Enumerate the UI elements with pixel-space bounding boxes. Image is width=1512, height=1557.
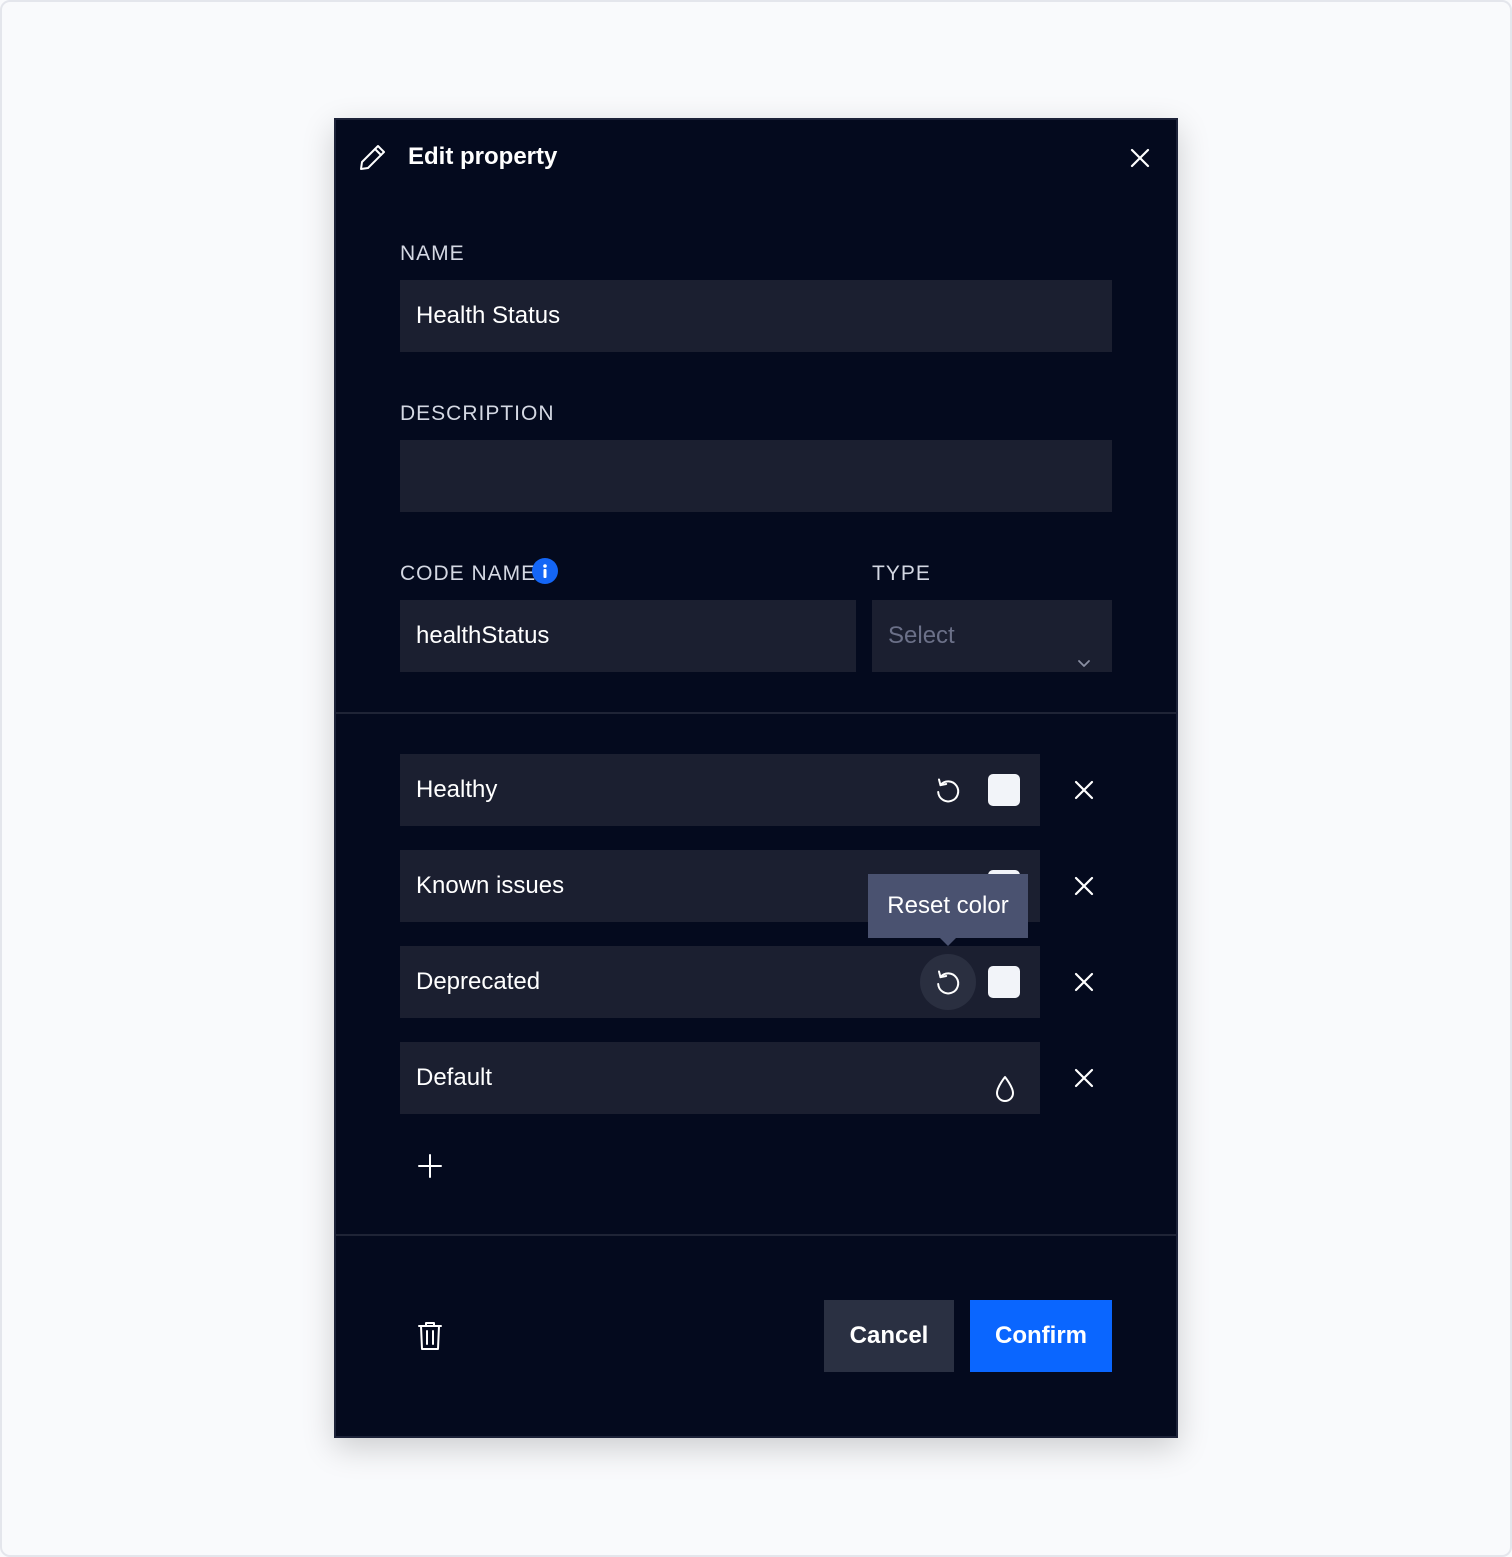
pencil-icon: [358, 142, 388, 172]
color-swatch[interactable]: [988, 966, 1020, 998]
plus-icon[interactable]: [416, 1152, 444, 1180]
chevron-down-icon: [1076, 628, 1092, 667]
color-swatch[interactable]: [988, 774, 1020, 806]
option-label: Deprecated: [416, 968, 541, 995]
type-select[interactable]: Select: [872, 600, 1112, 672]
code-name-input[interactable]: healthStatus: [400, 600, 856, 672]
reset-color-icon[interactable]: [920, 954, 976, 1010]
reset-color-tooltip: Reset color: [868, 874, 1028, 938]
code-name-label: CODE NAME: [400, 562, 537, 585]
section-divider: [336, 712, 1176, 714]
cancel-button[interactable]: Cancel: [824, 1300, 954, 1372]
remove-option-icon[interactable]: [1070, 1064, 1098, 1092]
info-icon[interactable]: [532, 558, 558, 584]
remove-option-icon[interactable]: [1070, 968, 1098, 996]
remove-option-icon[interactable]: [1070, 872, 1098, 900]
reset-color-icon[interactable]: [920, 762, 976, 818]
modal-title: Edit property: [408, 143, 558, 170]
description-input[interactable]: [400, 440, 1112, 512]
trash-icon[interactable]: [416, 1320, 444, 1352]
remove-option-icon[interactable]: [1070, 776, 1098, 804]
option-row-default[interactable]: Default: [400, 1042, 1040, 1114]
option-label: Default: [416, 1064, 493, 1091]
footer-divider: [336, 1234, 1176, 1236]
option-label: Known issues: [416, 872, 565, 899]
option-row-deprecated[interactable]: Deprecated: [400, 946, 1040, 1018]
description-label: DESCRIPTION: [400, 402, 555, 425]
type-label: TYPE: [872, 562, 931, 585]
name-input[interactable]: Health Status: [400, 280, 1112, 352]
option-row-healthy[interactable]: Healthy: [400, 754, 1040, 826]
tooltip-arrow: [940, 938, 956, 946]
edit-property-modal: Edit property NAME Health Status DESCRIP…: [334, 118, 1178, 1438]
confirm-button[interactable]: Confirm: [970, 1300, 1112, 1372]
close-icon[interactable]: [1126, 144, 1154, 172]
option-label: Healthy: [416, 776, 498, 803]
color-drop-icon[interactable]: [990, 1062, 1020, 1102]
name-label: NAME: [400, 242, 465, 265]
type-select-placeholder: Select: [888, 622, 955, 649]
